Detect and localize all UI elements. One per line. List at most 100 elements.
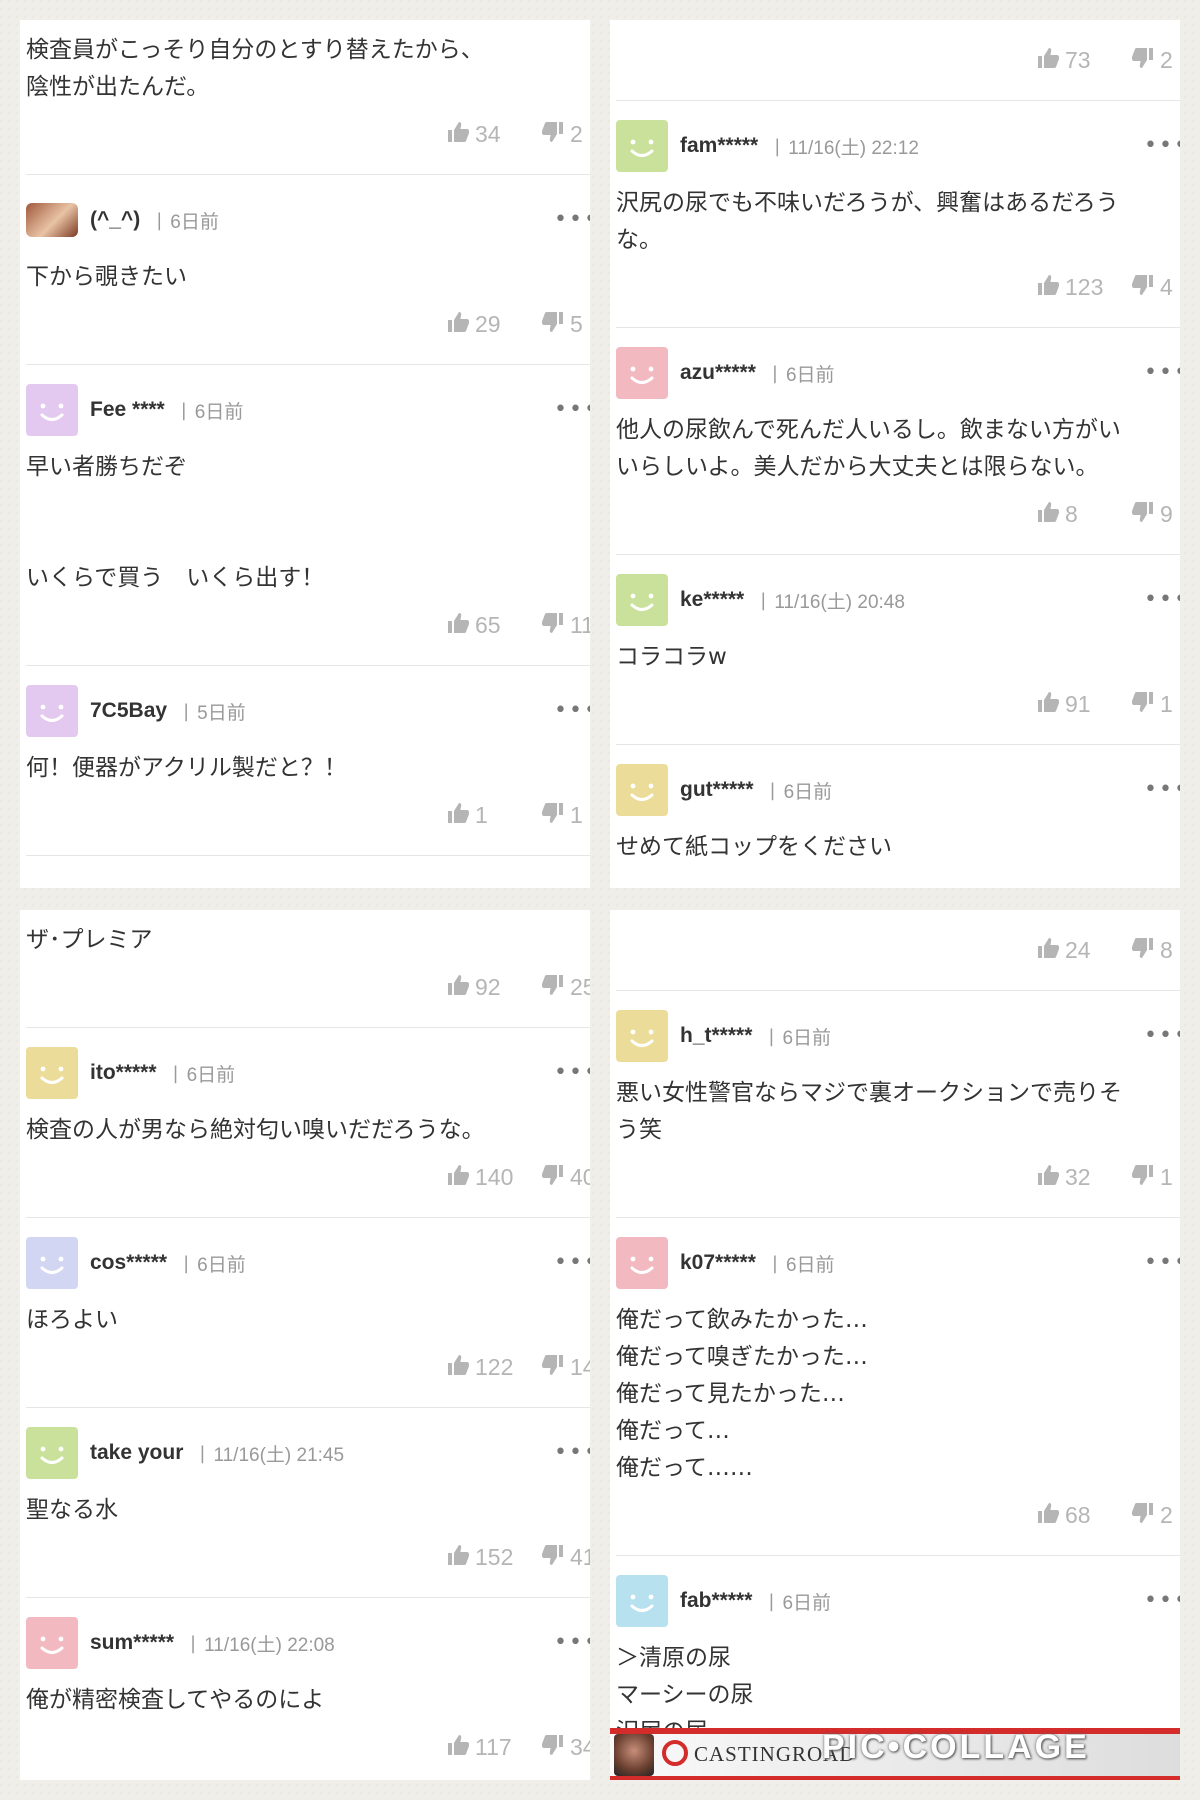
downvote-count: 9 (1160, 500, 1173, 527)
more-options-icon[interactable]: ••• (554, 207, 590, 232)
thumbs-down-icon (1131, 273, 1155, 301)
more-options-icon[interactable]: ••• (554, 698, 590, 723)
avatar[interactable] (616, 120, 668, 172)
avatar[interactable] (26, 203, 78, 237)
upvote-button[interactable]: 117 (446, 1733, 512, 1761)
downvote-button[interactable]: 5 (541, 310, 583, 338)
username[interactable]: Fee **** (90, 398, 165, 422)
thumbs-down-icon (1131, 1501, 1155, 1529)
avatar[interactable] (616, 764, 668, 816)
comment-text: 俺が精密検査してやるのによ (26, 1687, 325, 1713)
downvote-count: 2 (1160, 1501, 1173, 1528)
comment-header: (^_^) | 6日前 ••• (26, 193, 590, 247)
downvote-button[interactable]: 25 (541, 973, 590, 1001)
downvote-button[interactable]: 2 (541, 120, 583, 148)
downvote-count: 5 (570, 310, 583, 337)
avatar[interactable] (26, 384, 78, 436)
more-options-icon[interactable]: ••• (1144, 587, 1180, 612)
vote-bar: 73 2 (616, 42, 1180, 82)
upvote-button[interactable]: 123 (1036, 273, 1103, 301)
more-options-icon[interactable]: ••• (554, 1060, 590, 1085)
upvote-button[interactable]: 73 (1036, 46, 1091, 74)
username[interactable]: (^_^) (90, 208, 140, 232)
comment-text: 早い者勝ちだぞ いくらで買う いくら出す！ (26, 454, 325, 591)
upvote-count: 117 (475, 1733, 512, 1760)
more-options-icon[interactable]: ••• (554, 1630, 590, 1655)
more-options-icon[interactable]: ••• (1144, 360, 1180, 385)
avatar[interactable] (616, 1010, 668, 1062)
more-options-icon[interactable]: ••• (554, 1250, 590, 1275)
upvote-button[interactable]: 24 (1036, 936, 1091, 964)
thumbs-down-icon (541, 120, 565, 148)
downvote-button[interactable]: 41 (541, 1543, 590, 1571)
more-options-icon[interactable]: ••• (554, 1440, 590, 1465)
post-time: 6日前 (782, 1027, 832, 1049)
downvote-button[interactable]: 14 (541, 1353, 590, 1381)
username[interactable]: take your (90, 1441, 183, 1465)
username[interactable]: gut***** (680, 778, 754, 802)
upvote-button[interactable]: 68 (1036, 1501, 1091, 1529)
upvote-button[interactable]: 34 (446, 120, 501, 148)
separator: | (771, 1252, 778, 1274)
upvote-button[interactable]: 32 (1036, 1163, 1091, 1191)
avatar[interactable] (26, 1237, 78, 1289)
thumbs-up-icon (1036, 273, 1060, 301)
avatar[interactable] (616, 1237, 668, 1289)
username[interactable]: 7C5Bay (90, 699, 167, 723)
downvote-button[interactable]: 2 (1131, 46, 1173, 74)
username[interactable]: cos***** (90, 1251, 167, 1275)
downvote-count: 1 (1160, 690, 1173, 717)
more-options-icon[interactable]: ••• (1144, 1250, 1180, 1275)
ad-banner[interactable]: CASTINGROAD PIC•COLLAGE (610, 1728, 1180, 1780)
comment-list: ザ･プレミア 92 25 ito***** | 6日前 ••• 検査の人が男なら絶対匂い嗅いだ… (26, 910, 590, 1780)
avatar[interactable] (616, 347, 668, 399)
upvote-button[interactable]: 1 (446, 801, 488, 829)
avatar[interactable] (26, 1427, 78, 1479)
brand-logo-icon (662, 1740, 688, 1766)
comment-header: sum***** | 11/16(土) 22:08 ••• (26, 1616, 590, 1670)
more-options-icon[interactable]: ••• (1144, 1023, 1180, 1048)
downvote-button[interactable]: 1 (1131, 1163, 1173, 1191)
comment-text: ほろよい (26, 1307, 118, 1333)
downvote-button[interactable]: 11 (541, 611, 590, 639)
downvote-button[interactable]: 9 (1131, 500, 1173, 528)
upvote-button[interactable]: 122 (446, 1353, 513, 1381)
downvote-button[interactable]: 2 (1131, 1501, 1173, 1529)
downvote-button[interactable]: 8 (1131, 936, 1173, 964)
more-options-icon[interactable]: ••• (1144, 1588, 1180, 1613)
avatar[interactable] (26, 685, 78, 737)
upvote-button[interactable]: 29 (446, 310, 501, 338)
upvote-button[interactable]: 91 (1036, 690, 1091, 718)
more-options-icon[interactable]: ••• (554, 397, 590, 422)
more-options-icon[interactable]: ••• (1144, 133, 1180, 158)
upvote-button[interactable]: 152 (446, 1543, 513, 1571)
post-time: 5日前 (197, 702, 246, 724)
avatar[interactable] (616, 574, 668, 626)
avatar[interactable] (26, 1047, 78, 1099)
comment-text: せめて紙コップをください (616, 834, 892, 860)
more-options-icon[interactable]: ••• (1144, 777, 1180, 802)
downvote-button[interactable]: 1 (541, 801, 583, 829)
username[interactable]: ito***** (90, 1061, 157, 1085)
comment-item: ke***** | 11/16(土) 20:48 ••• コラコラw 91 1 (616, 573, 1180, 745)
username[interactable]: sum***** (90, 1631, 174, 1655)
comment-item: azu***** | 6日前 ••• 他人の尿飲んで死んだ人いるし。飲まない方がい いら… (616, 346, 1180, 555)
upvote-button[interactable]: 65 (446, 611, 501, 639)
upvote-count: 152 (475, 1543, 514, 1570)
thumbs-up-icon (446, 801, 470, 829)
upvote-button[interactable]: 140 (446, 1163, 513, 1191)
avatar[interactable] (616, 1575, 668, 1627)
upvote-button[interactable]: 92 (446, 973, 501, 1001)
downvote-button[interactable]: 40 (541, 1163, 590, 1191)
avatar[interactable] (26, 1617, 78, 1669)
username[interactable]: azu***** (680, 361, 756, 385)
username[interactable]: fab***** (680, 1589, 752, 1613)
downvote-button[interactable]: 34 (541, 1733, 590, 1761)
downvote-button[interactable]: 1 (1131, 690, 1173, 718)
username[interactable]: ke***** (680, 588, 744, 612)
username[interactable]: k07***** (680, 1251, 756, 1275)
username[interactable]: fam***** (680, 134, 758, 158)
downvote-button[interactable]: 4 (1131, 273, 1173, 301)
upvote-button[interactable]: 8 (1036, 500, 1078, 528)
username[interactable]: h_t***** (680, 1024, 752, 1048)
